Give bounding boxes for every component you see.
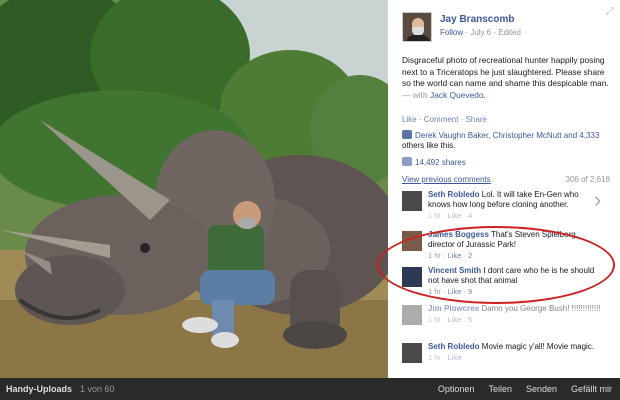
comment-link[interactable]: Comment <box>424 115 459 124</box>
comment-item: James Boggess That's Steven Spielberg, d… <box>402 230 602 261</box>
comment-item: Vincent Smith I dont care who he is he s… <box>402 266 602 297</box>
comment-text: Damn you George Bush! !!!!!!!!!!!!! <box>481 304 601 313</box>
shares-count[interactable]: 14,492 shares <box>402 157 466 167</box>
comment-meta: 1 hr · Like · 9 <box>428 287 473 296</box>
post-meta: Follow · July 6 · Edited <box>440 28 521 37</box>
post-date[interactable]: July 6 <box>470 28 491 37</box>
author-avatar[interactable] <box>402 12 432 42</box>
comment-likes: 4 <box>468 211 473 220</box>
commenter-name[interactable]: Jim Plowcree <box>428 304 479 313</box>
commenter-name[interactable]: James Boggess <box>428 230 489 239</box>
comment-time: 1 hr <box>428 353 441 362</box>
send-button[interactable]: Senden <box>526 384 557 394</box>
post-text: Disgraceful photo of recreational hunter… <box>402 55 609 100</box>
post-panel: ⤢ Jay Branscomb Follow · July 6 · Edited… <box>388 0 620 378</box>
like-button[interactable]: Gefällt mir <box>571 384 612 394</box>
likes-names[interactable]: Derek Vaughn Baker, Christopher McNutt a… <box>415 131 599 140</box>
follow-link[interactable]: Follow <box>440 28 463 37</box>
thumbs-up-icon <box>402 130 412 139</box>
options-button[interactable]: Optionen <box>438 384 475 394</box>
post-body: Disgraceful photo of recreational hunter… <box>402 55 609 89</box>
post-photo[interactable] <box>0 0 388 378</box>
view-previous-link[interactable]: View previous comments <box>402 175 491 184</box>
photo-counter: 1 von 60 <box>80 384 115 394</box>
comment-likes: 9 <box>468 287 473 296</box>
commenter-name[interactable]: Seth Robledo <box>428 190 480 199</box>
comment-time: 1 hr <box>428 251 441 260</box>
shares-label: 14,492 shares <box>415 158 466 167</box>
comment-likes: 5 <box>468 315 473 324</box>
with-prefix: — with <box>402 89 428 100</box>
comment-item: Seth Robledo Lol. It will take En-Gen wh… <box>402 190 602 221</box>
commenter-name[interactable]: Vincent Smith <box>428 266 481 275</box>
post-author: Jay Branscomb Follow · July 6 · Edited <box>402 12 521 42</box>
commenter-name[interactable]: Seth Robledo <box>428 342 480 351</box>
post-actions: Like · Comment · Share <box>402 115 487 124</box>
comment-like-link[interactable]: Like <box>448 211 462 220</box>
share-link[interactable]: Share <box>466 115 487 124</box>
comment-time: 1 hr <box>428 287 441 296</box>
comment-like-link[interactable]: Like <box>448 251 462 260</box>
comment-meta: 1 hr · Like <box>428 353 462 362</box>
comment-meta: 1 hr · Like · 2 <box>428 251 473 260</box>
comment-item: Jim Plowcree Damn you George Bush! !!!!!… <box>402 304 602 325</box>
expand-icon[interactable]: ⤢ <box>606 6 614 17</box>
triceratops-photo <box>0 0 388 378</box>
bottom-actions: Optionen Teilen Senden Gefällt mir <box>438 384 612 394</box>
comment-time: 1 hr <box>428 211 441 220</box>
likes-tail: others like this. <box>402 141 456 150</box>
tagged-person[interactable]: Jack Quevedo <box>430 90 484 100</box>
author-name[interactable]: Jay Branscomb <box>440 14 521 25</box>
like-link[interactable]: Like <box>402 115 417 124</box>
comment-item: Seth Robledo Movie magic y'all! Movie ma… <box>402 342 602 363</box>
comment-likes: 2 <box>468 251 473 260</box>
comment-time: 1 hr <box>428 315 441 324</box>
commenter-avatar[interactable] <box>402 305 422 325</box>
share-button[interactable]: Teilen <box>488 384 512 394</box>
likes-summary: Derek Vaughn Baker, Christopher McNutt a… <box>402 130 610 151</box>
view-previous-row: View previous comments 306 of 2,618 <box>402 175 610 184</box>
comment-meta: 1 hr · Like · 4 <box>428 211 473 220</box>
comment-text: Movie magic y'all! Movie magic. <box>481 342 595 351</box>
comment-count: 306 of 2,618 <box>565 175 610 184</box>
comment-like-link[interactable]: Like <box>448 315 462 324</box>
share-icon <box>402 157 412 166</box>
bottom-bar: Handy-Uploads 1 von 60 Optionen Teilen S… <box>0 378 620 400</box>
album-name[interactable]: Handy-Uploads <box>6 384 72 394</box>
comment-meta: 1 hr · Like · 5 <box>428 315 473 324</box>
comment-like-link[interactable]: Like <box>448 287 462 296</box>
commenter-avatar[interactable] <box>402 191 422 211</box>
commenter-avatar[interactable] <box>402 267 422 287</box>
edited-label[interactable]: Edited <box>498 28 521 37</box>
commenter-avatar[interactable] <box>402 231 422 251</box>
comment-like-link[interactable]: Like <box>448 353 462 362</box>
commenter-avatar[interactable] <box>402 343 422 363</box>
